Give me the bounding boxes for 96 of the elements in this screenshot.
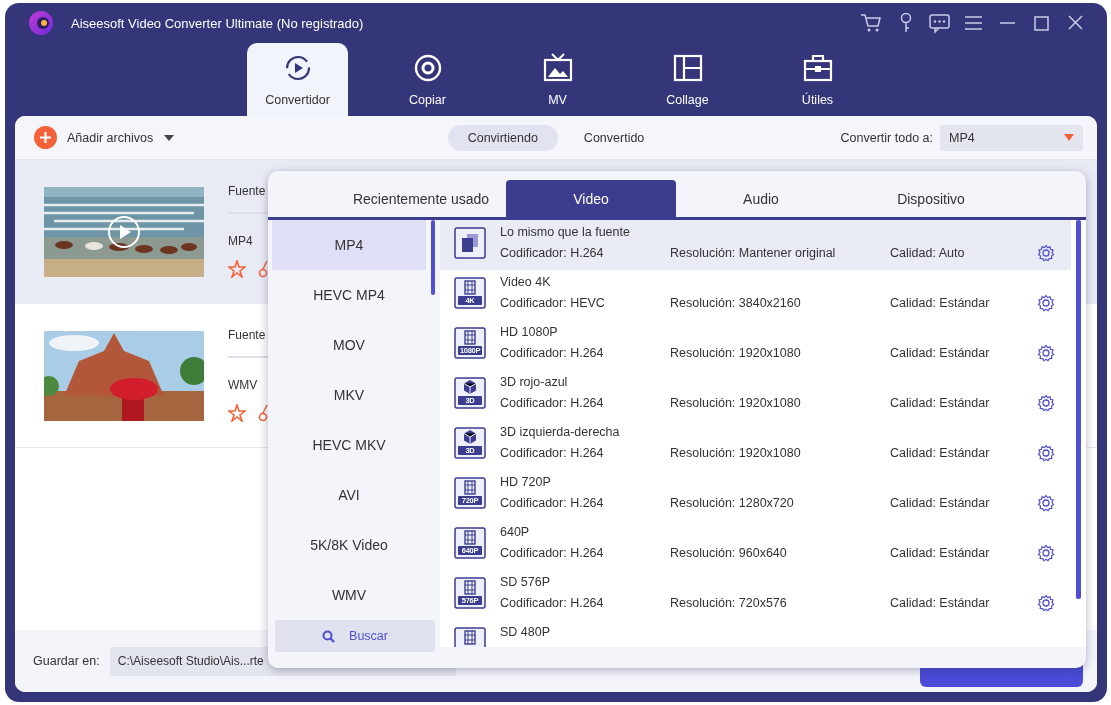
app-logo-icon [27, 9, 55, 37]
preset-name: 640P [500, 525, 531, 539]
add-files-button[interactable]: Añadir archivos [34, 126, 154, 149]
format-item[interactable]: HEVC MP4 [272, 270, 426, 320]
resolution-label: Resolución: 960x640 [670, 546, 788, 560]
preset-name: Video 4K [500, 275, 552, 289]
film-icon [454, 527, 486, 559]
caret-icon[interactable] [163, 133, 176, 142]
encoder-label: Codificador: H.264 [500, 246, 605, 260]
search-icon [322, 629, 336, 643]
format-item[interactable]: 5K/8K Video [272, 520, 426, 570]
encoder-label: Codificador: H.264 [500, 346, 605, 360]
film-icon [454, 477, 486, 509]
quality-label: Calidad: Auto [890, 246, 966, 260]
quality-label: Calidad: Estándar [890, 296, 991, 310]
format-tab[interactable]: Dispositivo [846, 180, 1016, 217]
settings-icon[interactable] [1037, 244, 1055, 262]
settings-icon[interactable] [1037, 544, 1055, 562]
quality-label: Calidad: Estándar [890, 546, 991, 560]
encoder-label: Codificador: H.264 [500, 496, 605, 510]
format-item[interactable]: MOV [272, 320, 426, 370]
settings-icon[interactable] [1037, 494, 1055, 512]
format-item[interactable]: AVI [272, 470, 426, 520]
format-item[interactable]: HEVC MKV [272, 420, 426, 470]
format-item[interactable]: WMV [272, 570, 426, 620]
format-tab[interactable]: Video [506, 180, 676, 217]
encoder-label: Codificador: H.264 [500, 546, 605, 560]
encoder-label: Codificador: H.264 [500, 596, 605, 610]
chat-icon[interactable] [928, 12, 951, 34]
preset-row[interactable]: SD 480P [440, 620, 1071, 647]
disc-icon [412, 53, 443, 83]
preset-name: HD 1080P [500, 325, 559, 339]
plus-icon [34, 126, 57, 149]
preset-name: SD 480P [500, 625, 552, 639]
film-icon [454, 327, 486, 359]
window-title: Aiseesoft Video Converter Ultimate (No registrado) [71, 15, 364, 31]
settings-icon[interactable] [1037, 344, 1055, 362]
settings-icon[interactable] [1037, 444, 1055, 462]
resolution-label: Resolución: Mantener original [670, 246, 837, 260]
format-label: WMV [228, 378, 259, 392]
quality-label: Calidad: Estándar [890, 596, 991, 610]
format-tab[interactable]: Audio [676, 180, 846, 217]
status-tab[interactable]: Convirtiendo [447, 124, 558, 151]
caret-icon [1064, 134, 1074, 141]
preset-name: SD 576P [500, 575, 552, 589]
scrollbar[interactable] [1076, 220, 1081, 599]
status-tab[interactable]: Convertido [563, 124, 665, 151]
quality-label: Calidad: Estándar [890, 396, 991, 410]
cube-icon [454, 427, 486, 459]
sparkle-icon[interactable] [228, 404, 246, 422]
format-dropdown[interactable]: MP4 [940, 124, 1083, 151]
format-tab[interactable]: Recientemente usado [336, 180, 506, 217]
preset-name: 3D rojo-azul [500, 375, 569, 389]
settings-icon[interactable] [1037, 594, 1055, 612]
nav-tab[interactable]: Útiles [767, 43, 868, 116]
play-icon[interactable] [107, 214, 141, 249]
format-item[interactable]: MP4 [272, 220, 426, 270]
resolution-label: Resolución: 1280x720 [670, 496, 795, 510]
scrollbar[interactable] [431, 220, 435, 295]
nav-tab[interactable]: Copiar [377, 43, 478, 116]
film-icon [454, 277, 486, 309]
settings-icon[interactable] [1037, 394, 1055, 412]
nav-tab[interactable]: Convertidor [247, 43, 348, 116]
save-to-label: Guardar en: [33, 654, 100, 668]
resolution-label: Resolución: 720x576 [670, 596, 788, 610]
cube-icon [454, 377, 486, 409]
encoder-label: Codificador: H.264 [500, 446, 605, 460]
cart-icon[interactable] [860, 12, 883, 34]
nav-tab[interactable]: MV [507, 43, 608, 116]
encoder-label: Codificador: H.264 [500, 396, 605, 410]
layout-icon [672, 53, 703, 83]
preset-row[interactable]: Lo mismo que la fuente Codificador: H.264 Resolución: Mantener original Calidad: Auto [440, 220, 1071, 270]
resolution-label: Resolución: 1920x1080 [670, 396, 802, 410]
sparkle-icon[interactable] [228, 260, 246, 278]
film-icon [454, 577, 486, 609]
tv-icon [542, 53, 573, 83]
source-label: Fuente [228, 328, 267, 342]
quality-label: Calidad: Estándar [890, 496, 991, 510]
preset-name: HD 720P [500, 475, 552, 489]
convert-all-label: Convertir todo a: [840, 130, 933, 145]
toolbox-icon [802, 53, 833, 83]
preset-name: 3D izquierda-derecha [500, 425, 621, 439]
preset-name: Lo mismo que la fuente [500, 225, 631, 239]
format-label: MP4 [228, 234, 254, 248]
format-item[interactable]: MKV [272, 370, 426, 420]
resolution-label: Resolución: 1920x1080 [670, 446, 802, 460]
search-button[interactable]: Buscar [275, 620, 435, 652]
resolution-label: Resolución: 1920x1080 [670, 346, 802, 360]
encoder-label: Codificador: HEVC [500, 296, 606, 310]
nav-tab[interactable]: Collage [637, 43, 738, 116]
quality-label: Calidad: Estándar [890, 346, 991, 360]
quality-label: Calidad: Estándar [890, 446, 991, 460]
copy-icon [454, 227, 486, 259]
resolution-label: Resolución: 3840x2160 [670, 296, 802, 310]
settings-icon[interactable] [1037, 294, 1055, 312]
source-label: Fuente [228, 184, 267, 198]
